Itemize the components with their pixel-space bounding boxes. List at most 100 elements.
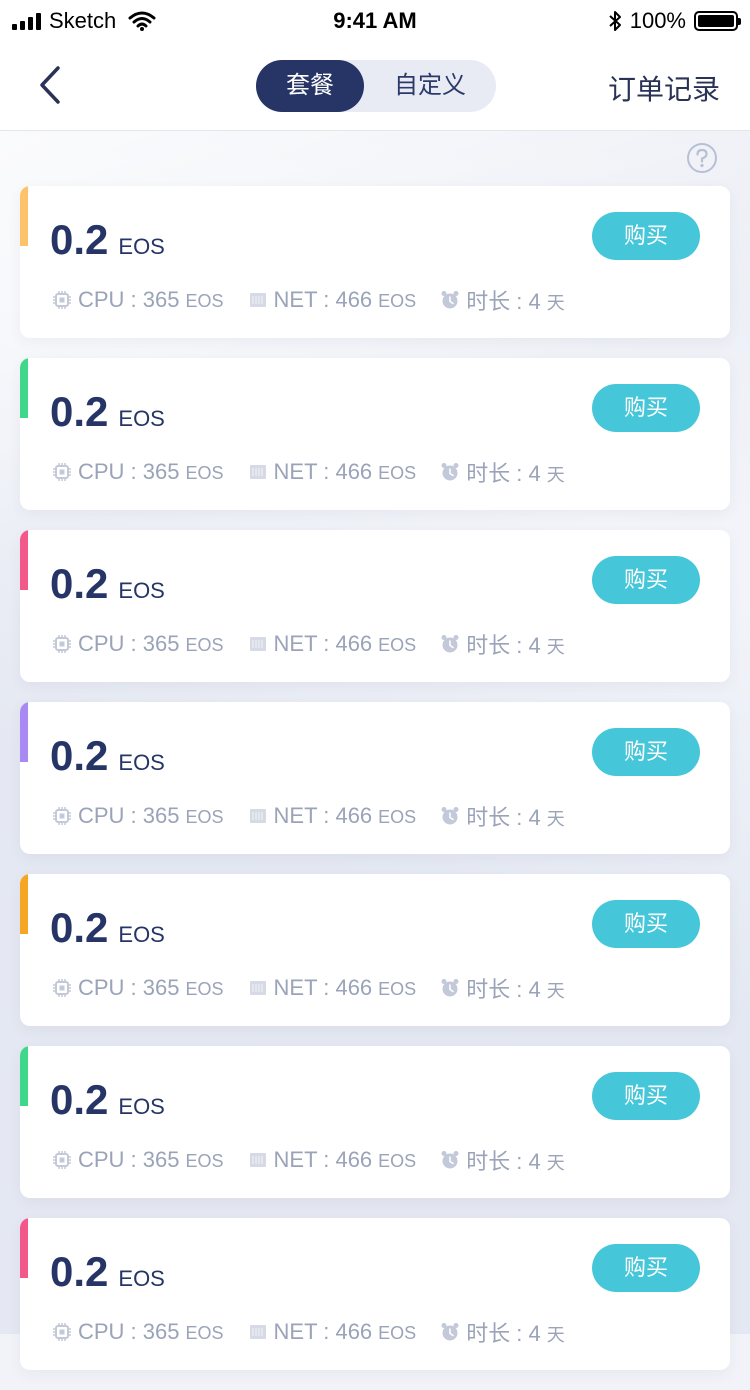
chevron-left-icon [40,66,60,104]
net-spec: NET : 466 EOS [248,1319,416,1345]
alarm-clock-icon [441,463,459,481]
buy-button[interactable]: 购买 [592,900,700,948]
network-icon [249,1325,266,1339]
order-history-link[interactable]: 订单记录 [608,68,720,108]
price-row: 0.2 EOS [50,1248,165,1296]
buy-button[interactable]: 购买 [592,556,700,604]
price-unit: EOS [118,1266,165,1291]
net-unit: EOS [378,291,417,311]
cpu-unit: EOS [185,1151,224,1171]
status-right: 100% [608,8,741,34]
buy-button[interactable]: 购买 [592,384,700,432]
net-value: NET : 466 [273,631,373,656]
net-value: NET : 466 [273,459,373,484]
net-unit: EOS [378,635,417,655]
tab-package[interactable]: 套餐 [256,60,364,112]
net-unit: EOS [378,979,417,999]
price-unit: EOS [118,922,165,947]
network-icon [249,981,266,995]
package-price: 0.2 [50,1248,109,1295]
cpu-value: CPU : 365 [78,459,180,484]
package-specs: CPU : 365 EOS NET : 466 EOS 时长 : 4 天 [52,1316,589,1348]
cpu-chip-icon [53,979,71,997]
duration-value: 时长 : 4 [466,1149,541,1174]
net-value: NET : 466 [273,287,373,312]
back-button[interactable] [30,60,74,110]
alarm-clock-icon [441,979,459,997]
duration-value: 时长 : 4 [466,1321,541,1346]
net-value: NET : 466 [273,1319,373,1344]
package-card: 0.2 EOS 购买 CPU : 365 EOS NET : 466 EOS 时… [20,1218,730,1370]
buy-button[interactable]: 购买 [592,1244,700,1292]
price-row: 0.2 EOS [50,904,165,952]
duration-value: 时长 : 4 [466,289,541,314]
buy-button[interactable]: 购买 [592,212,700,260]
price-row: 0.2 EOS [50,732,165,780]
cpu-value: CPU : 365 [78,975,180,1000]
price-row: 0.2 EOS [50,388,165,436]
package-type-switch: 套餐 自定义 [256,60,496,112]
cpu-spec: CPU : 365 EOS [52,975,224,1001]
cpu-spec: CPU : 365 EOS [52,459,224,485]
alarm-clock-icon [441,635,459,653]
net-value: NET : 466 [273,1147,373,1172]
cpu-chip-icon [53,635,71,653]
duration-value: 时长 : 4 [466,977,541,1002]
package-price: 0.2 [50,216,109,263]
buy-button[interactable]: 购买 [592,1072,700,1120]
cpu-unit: EOS [185,463,224,483]
package-specs: CPU : 365 EOS NET : 466 EOS 时长 : 4 天 [52,800,589,832]
price-unit: EOS [118,578,165,603]
bluetooth-icon [609,11,621,31]
package-card: 0.2 EOS 购买 CPU : 365 EOS NET : 466 EOS 时… [20,186,730,338]
alarm-clock-icon [441,291,459,309]
package-price: 0.2 [50,904,109,951]
package-specs: CPU : 365 EOS NET : 466 EOS 时长 : 4 天 [52,972,589,1004]
card-accent-bar [20,702,28,762]
package-specs: CPU : 365 EOS NET : 466 EOS 时长 : 4 天 [52,1144,589,1176]
cpu-chip-icon [53,1151,71,1169]
package-specs: CPU : 365 EOS NET : 466 EOS 时长 : 4 天 [52,284,589,316]
cpu-spec: CPU : 365 EOS [52,1319,224,1345]
buy-button[interactable]: 购买 [592,728,700,776]
battery-percent: 100% [629,8,686,33]
price-unit: EOS [118,1094,165,1119]
cpu-chip-icon [53,463,71,481]
card-accent-bar [20,1218,28,1278]
cpu-unit: EOS [185,291,224,311]
duration-unit: 天 [546,465,565,485]
package-price: 0.2 [50,560,109,607]
duration-spec: 时长 : 4 天 [440,1144,565,1176]
net-spec: NET : 466 EOS [248,1147,416,1173]
network-icon [249,637,266,651]
net-value: NET : 466 [273,975,373,1000]
network-icon [249,1153,266,1167]
price-unit: EOS [118,234,165,259]
duration-unit: 天 [546,293,565,313]
network-icon [249,809,266,823]
duration-spec: 时长 : 4 天 [440,284,565,316]
package-specs: CPU : 365 EOS NET : 466 EOS 时长 : 4 天 [52,628,589,660]
net-spec: NET : 466 EOS [248,631,417,657]
net-spec: NET : 466 EOS [248,975,417,1001]
price-unit: EOS [118,406,165,431]
alarm-clock-icon [441,1151,459,1169]
cpu-value: CPU : 365 [78,287,180,312]
battery-level [698,15,734,27]
status-bar: Sketch 9:41 AM 100% [0,0,750,40]
package-price: 0.2 [50,732,109,779]
cpu-value: CPU : 365 [78,1147,180,1172]
duration-value: 时长 : 4 [466,805,541,830]
card-accent-bar [20,1046,28,1106]
card-accent-bar [20,358,28,418]
duration-value: 时长 : 4 [466,461,541,486]
cpu-value: CPU : 365 [78,631,180,656]
tab-custom[interactable]: 自定义 [364,60,496,112]
help-icon[interactable] [686,142,718,174]
cpu-unit: EOS [185,807,224,827]
cpu-spec: CPU : 365 EOS [52,287,224,313]
duration-unit: 天 [546,809,565,829]
cpu-value: CPU : 365 [78,803,180,828]
package-specs: CPU : 365 EOS NET : 466 EOS 时长 : 4 天 [52,456,589,488]
net-unit: EOS [378,463,417,483]
